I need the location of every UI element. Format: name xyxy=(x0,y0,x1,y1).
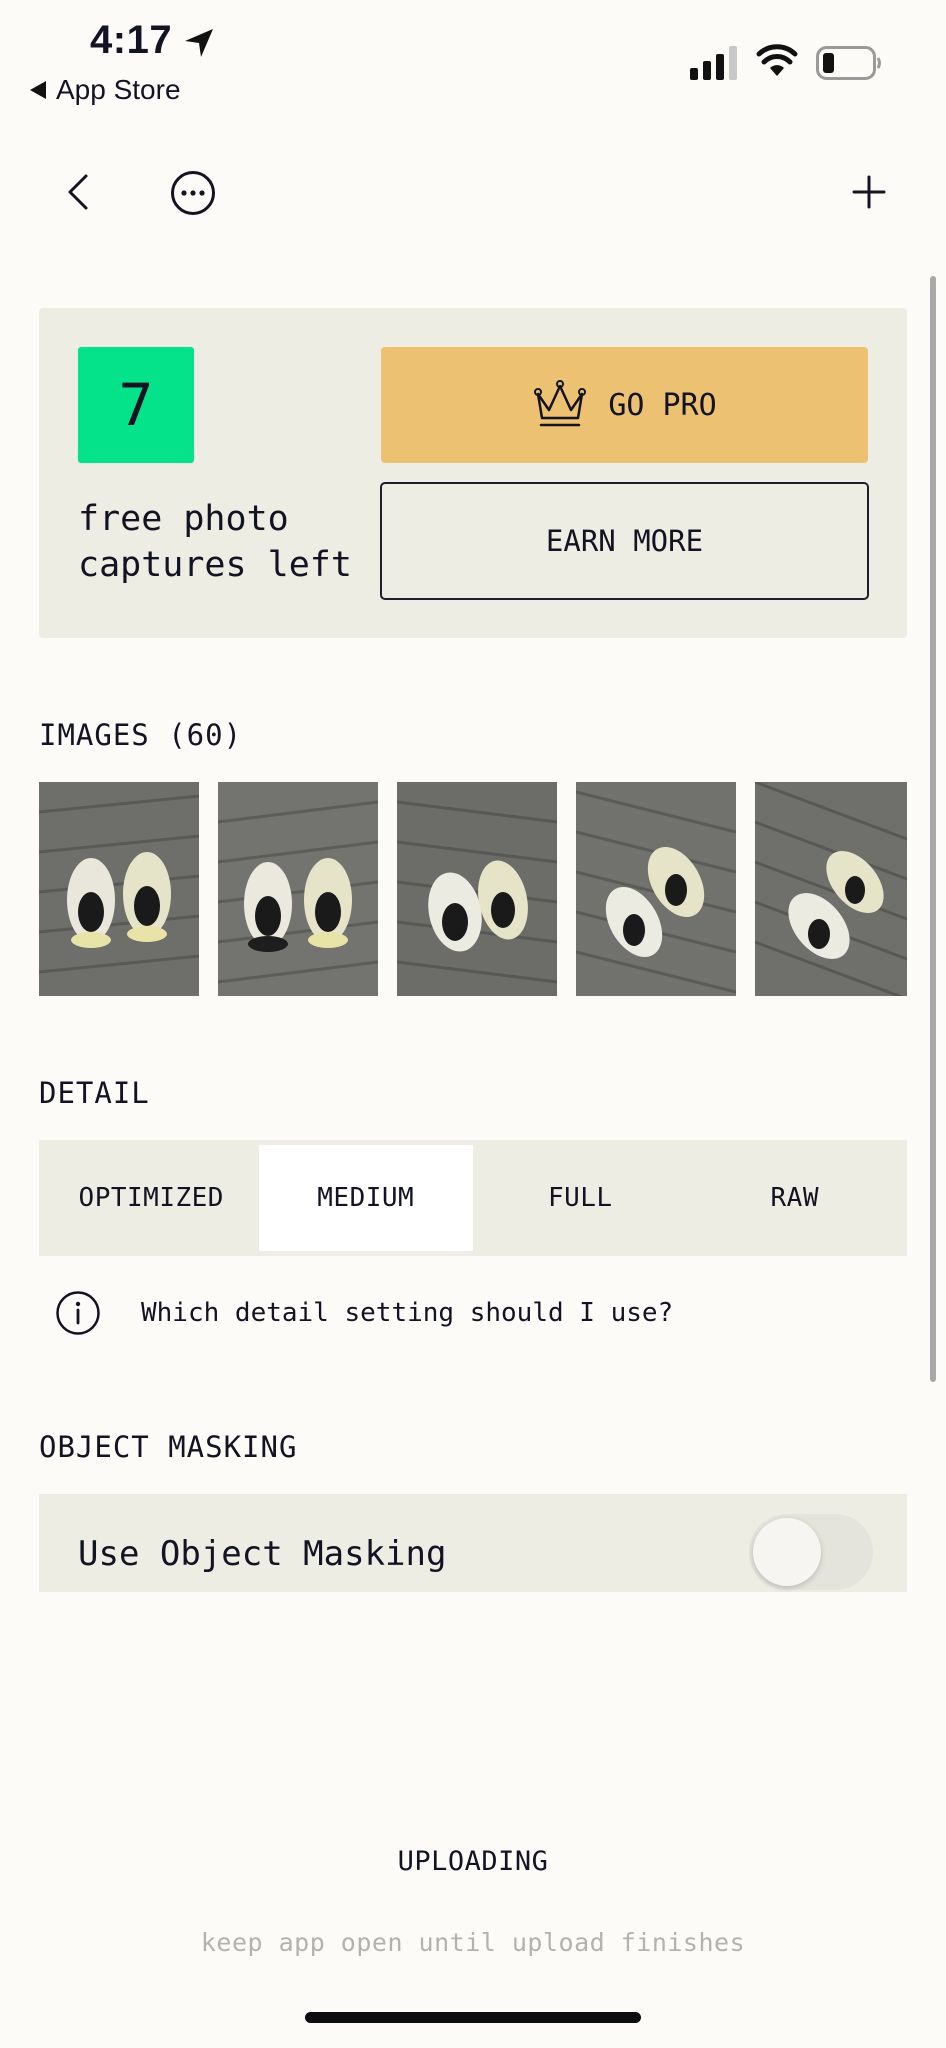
image-thumbnail[interactable] xyxy=(755,782,907,996)
image-thumbnail[interactable] xyxy=(218,782,378,996)
plus-icon[interactable] xyxy=(852,172,886,212)
shoes-photo xyxy=(397,782,557,996)
cellular-signal-icon xyxy=(690,46,737,80)
back-triangle-icon xyxy=(30,81,46,99)
detail-option-full[interactable]: FULL xyxy=(473,1145,688,1251)
detail-option-optimized[interactable]: OPTIMIZED xyxy=(44,1145,259,1251)
free-captures-text: free photo captures left xyxy=(78,499,352,585)
chevron-left-icon[interactable] xyxy=(60,172,96,212)
detail-section-title: DETAIL xyxy=(39,1076,150,1110)
free-captures-count: 7 xyxy=(78,347,194,463)
go-pro-button[interactable]: GO PRO xyxy=(381,347,868,463)
back-to-app-store-link[interactable]: App Store xyxy=(30,74,181,106)
back-app-label: App Store xyxy=(56,74,181,105)
info-circle-icon xyxy=(56,1291,100,1335)
detail-help-link[interactable]: Which detail setting should I use? xyxy=(55,1290,673,1336)
shoes-photo xyxy=(39,782,199,996)
shoes-photo xyxy=(576,782,736,996)
image-thumbnail-strip[interactable] xyxy=(39,782,907,996)
status-time: 4:17 xyxy=(90,18,173,62)
shoes-photo xyxy=(218,782,378,996)
detail-help-text: Which detail setting should I use? xyxy=(141,1298,674,1328)
battery-icon xyxy=(816,46,881,80)
shoes-photo xyxy=(755,782,907,996)
upload-hint: keep app open until upload finishes xyxy=(200,1928,746,1957)
detail-segmented-control[interactable]: OPTIMIZED MEDIUM FULL RAW xyxy=(39,1140,907,1256)
scrollbar[interactable] xyxy=(930,276,936,1382)
object-masking-label: Use Object Masking xyxy=(78,1534,447,1574)
detail-option-raw[interactable]: RAW xyxy=(688,1145,903,1251)
wifi-icon xyxy=(756,44,798,76)
location-arrow-icon xyxy=(185,29,213,57)
object-masking-section-title: OBJECT MASKING xyxy=(39,1430,298,1464)
toggle-knob xyxy=(753,1518,821,1586)
image-thumbnail[interactable] xyxy=(397,782,557,996)
upload-status: UPLOADING xyxy=(397,1846,549,1877)
crown-icon xyxy=(534,380,587,427)
images-section-title: IMAGES (60) xyxy=(39,718,243,752)
image-thumbnail[interactable] xyxy=(39,782,199,996)
home-indicator[interactable] xyxy=(305,2012,641,2023)
go-pro-label: GO PRO xyxy=(608,387,717,423)
detail-option-medium[interactable]: MEDIUM xyxy=(258,1145,473,1251)
image-thumbnail[interactable] xyxy=(576,782,736,996)
earn-more-button[interactable]: EARN MORE xyxy=(380,482,869,600)
more-circle-icon[interactable] xyxy=(170,170,216,216)
object-masking-toggle[interactable] xyxy=(749,1514,873,1590)
